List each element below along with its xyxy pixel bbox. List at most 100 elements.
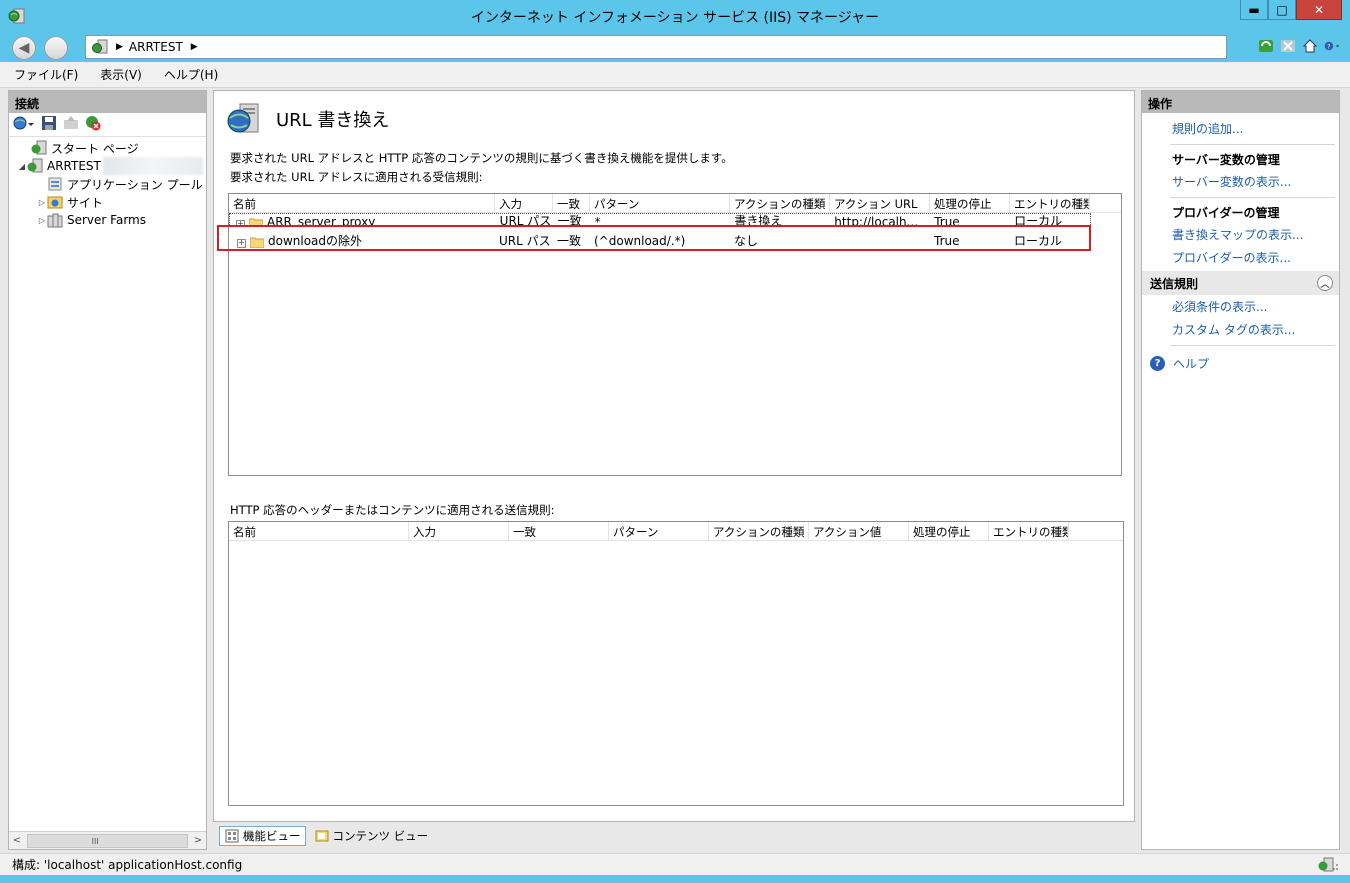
back-button[interactable]: ◀ [12, 36, 36, 60]
help-action[interactable]: ? ヘルプ [1142, 348, 1339, 375]
collapse-arrow-icon[interactable]: ◢ [17, 162, 27, 171]
expand-arrow-icon[interactable]: ▷ [37, 198, 47, 207]
tree-item-label: ARRTEST [47, 159, 101, 173]
tree-item-app-pools[interactable]: アプリケーション プール [9, 175, 206, 193]
column-entry-type[interactable]: エントリの種類 [989, 522, 1069, 540]
expand-plus-icon[interactable]: + [237, 238, 246, 248]
divider [1170, 144, 1335, 145]
add-rule-link[interactable]: 規則の追加... [1142, 117, 1339, 140]
help-icon: ? [1150, 356, 1165, 371]
expand-arrow-icon[interactable]: ▷ [37, 216, 47, 225]
column-stop-processing[interactable]: 処理の停止 [909, 522, 989, 540]
scroll-track[interactable]: III [27, 833, 188, 848]
grid-header: 名前 入力 一致 パターン アクションの種類 アクション値 処理の停止 エントリ… [229, 522, 1123, 541]
table-row[interactable]: + ARR_server_proxy URL パス 一致 * 書き換え http:… [229, 213, 1091, 227]
minimize-button[interactable]: ▬ [1240, 0, 1268, 20]
providers-title: プロバイダーの管理 [1172, 206, 1280, 220]
forward-button[interactable] [44, 36, 68, 60]
tree-item-server-farms[interactable]: ▷ Server Farms [9, 211, 206, 229]
stop-icon[interactable] [1280, 38, 1296, 54]
divider [1170, 197, 1335, 198]
column-pattern[interactable]: パターン [590, 194, 730, 212]
feature-description: 要求された URL アドレスと HTTP 応答のコンテンツの規則に基づく書き換え… [230, 151, 733, 165]
menu-view[interactable]: 表示(V) [100, 66, 142, 83]
breadcrumb-arrtest[interactable]: ARRTEST [129, 40, 183, 54]
tree-item-label: サイト [67, 195, 104, 210]
column-match[interactable]: 一致 [553, 194, 590, 212]
up-level-icon[interactable] [63, 115, 79, 134]
column-action-url[interactable]: アクション URL [830, 194, 930, 212]
tree-item-start-page[interactable]: スタート ページ [9, 139, 206, 157]
rule-input: URL パス [499, 214, 552, 227]
column-name[interactable]: 名前 [229, 522, 409, 540]
column-input[interactable]: 入力 [409, 522, 509, 540]
tab-label: 機能ビュー [243, 829, 301, 843]
server-status-icon [1318, 857, 1340, 876]
view-custom-tags-link[interactable]: カスタム タグの表示... [1142, 318, 1339, 341]
column-input[interactable]: 入力 [495, 194, 553, 212]
collapse-up-icon[interactable]: ︿ [1317, 275, 1333, 291]
address-box[interactable]: ▶ ARRTEST ▶ [85, 35, 1227, 59]
column-entry-type[interactable]: エントリの種類 [1010, 194, 1090, 212]
connections-header: 接続 [9, 91, 206, 113]
expand-plus-icon[interactable]: + [236, 219, 245, 226]
content-pane: URL 書き換え 要求された URL アドレスと HTTP 応答のコンテンツの規… [213, 90, 1135, 822]
help-link[interactable]: ヘルプ [1173, 352, 1209, 375]
back-arrow-icon: ◀ [18, 40, 30, 56]
column-action-type[interactable]: アクションの種類 [730, 194, 830, 212]
rule-stop-processing: True [934, 215, 960, 227]
tree-item-server[interactable]: ◢ ARRTEST [9, 157, 206, 175]
save-icon[interactable] [41, 115, 57, 134]
feature-header: URL 書き換え [226, 101, 389, 137]
window-title: インターネット インフォメーション サービス (IIS) マネージャー [470, 10, 880, 26]
scroll-left-icon[interactable]: < [9, 835, 25, 846]
column-match[interactable]: 一致 [509, 522, 609, 540]
view-tabs: 機能ビュー コンテンツ ビュー [219, 826, 432, 846]
column-pattern[interactable]: パターン [609, 522, 709, 540]
tab-content-view[interactable]: コンテンツ ビュー [310, 826, 433, 846]
scroll-thumb[interactable]: III [92, 837, 99, 846]
column-stop-processing[interactable]: 処理の停止 [930, 194, 1010, 212]
table-row[interactable]: + downloadの除外 URL パス 一致 (^download/.*) なし… [229, 231, 1121, 250]
rule-name: ARR_server_proxy [267, 215, 376, 227]
rule-action-type: なし [734, 234, 759, 248]
disconnect-icon[interactable] [85, 115, 101, 134]
tree-item-label: アプリケーション プール [67, 177, 203, 192]
url-rewrite-icon [227, 103, 259, 133]
connect-globe-icon[interactable] [13, 115, 35, 134]
view-server-variables-link[interactable]: サーバー変数の表示... [1142, 170, 1339, 193]
connections-tree: スタート ページ ◢ ARRTEST アプリケーション プール ▷ サイト ▷ … [9, 137, 206, 229]
rule-pattern: * [594, 215, 601, 227]
column-name[interactable]: 名前 [229, 194, 495, 212]
tree-item-label: スタート ページ [51, 141, 139, 156]
connections-horizontal-scrollbar[interactable]: < III > [9, 831, 206, 849]
outbound-rules-grid[interactable]: 名前 入力 一致 パターン アクションの種類 アクション値 処理の停止 エントリ… [228, 521, 1124, 806]
rule-action-url: http://localh... [834, 215, 919, 227]
grid-header: 名前 入力 一致 パターン アクションの種類 アクション URL 処理の停止 エ… [229, 194, 1121, 213]
view-preconditions-link[interactable]: 必須条件の表示... [1142, 295, 1339, 318]
view-providers-link[interactable]: プロバイダーの表示... [1142, 246, 1339, 269]
inbound-rules-grid[interactable]: 名前 入力 一致 パターン アクションの種類 アクション URL 処理の停止 エ… [228, 193, 1122, 476]
tree-item-sites[interactable]: ▷ サイト [9, 193, 206, 211]
server-icon [92, 39, 108, 54]
outbound-rules-title: 送信規則 [1150, 276, 1199, 291]
view-rewrite-maps-link[interactable]: 書き換えマップの表示... [1142, 223, 1339, 246]
breadcrumb-separator-icon[interactable]: ▶ [191, 42, 198, 52]
actions-header: 操作 [1142, 91, 1339, 113]
column-action-type[interactable]: アクションの種類 [709, 522, 809, 540]
scroll-right-icon[interactable]: > [190, 835, 206, 846]
rule-match: 一致 [557, 234, 582, 248]
maximize-button[interactable]: □ [1268, 0, 1296, 20]
close-button[interactable]: ✕ [1296, 0, 1342, 20]
column-action-value[interactable]: アクション値 [809, 522, 909, 540]
menu-help[interactable]: ヘルプ(H) [164, 66, 218, 83]
help-dropdown-icon[interactable]: ? [1324, 38, 1340, 54]
outbound-rules-section-header[interactable]: 送信規則 ︿ [1142, 271, 1339, 295]
menu-file[interactable]: ファイル(F) [14, 66, 78, 83]
rule-entry-type: ローカル [1014, 214, 1063, 227]
tree-item-label: Server Farms [67, 213, 146, 227]
refresh-icon[interactable] [1258, 38, 1274, 54]
home-icon[interactable] [1302, 38, 1318, 54]
tab-feature-view[interactable]: 機能ビュー [219, 826, 306, 846]
server-icon [27, 158, 43, 174]
